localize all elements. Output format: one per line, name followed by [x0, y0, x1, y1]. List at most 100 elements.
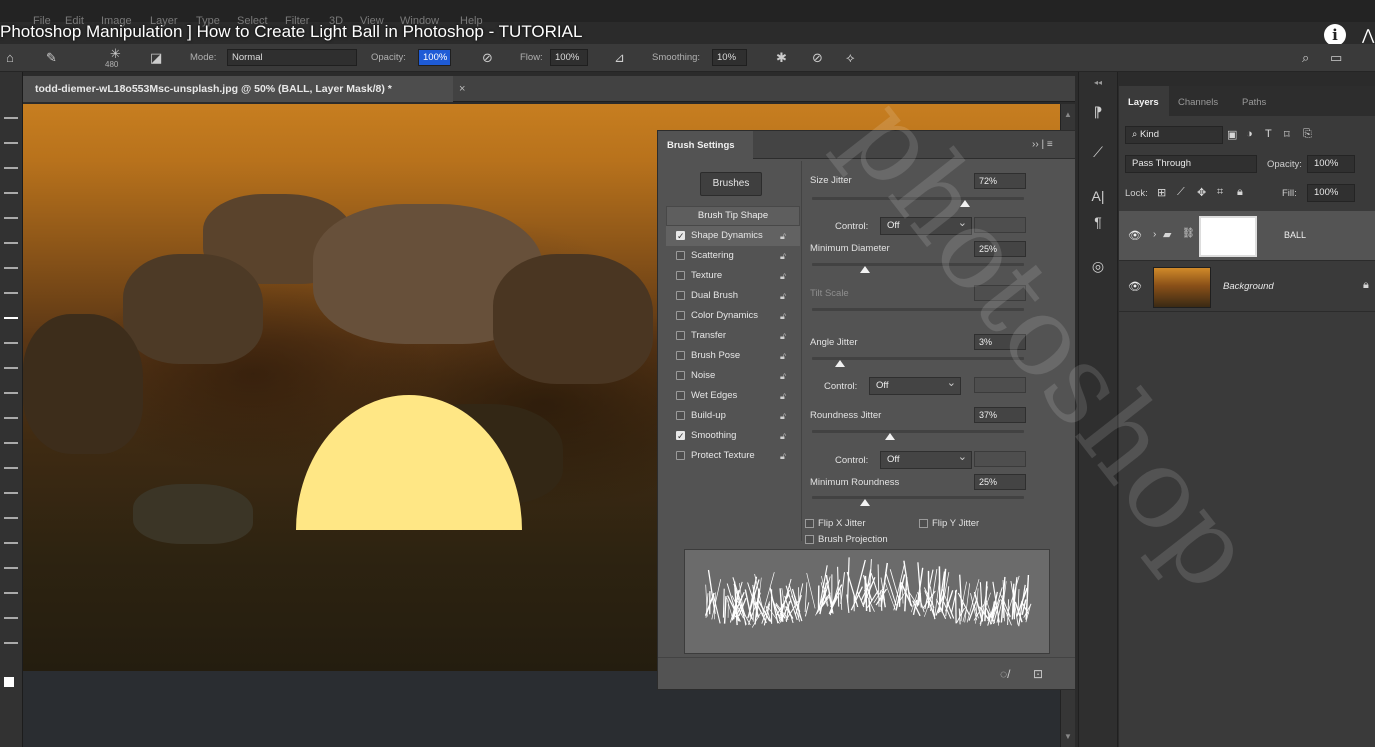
checkbox[interactable] [676, 311, 685, 320]
checkbox[interactable] [676, 331, 685, 340]
lock-icon[interactable]: 🔓︎ [780, 286, 786, 306]
layer-name[interactable]: Background [1223, 281, 1274, 292]
layer-row-ball[interactable]: 👁︎ › ▰ ⛓︎ BALL [1119, 211, 1375, 261]
visibility-eye-icon[interactable]: 👁︎ [1128, 229, 1142, 242]
scroll-up-icon[interactable]: ▲ [1064, 110, 1072, 119]
tool-brush-icon[interactable] [4, 317, 18, 319]
roundness-jitter-slider[interactable] [812, 430, 1024, 440]
min-diameter-slider[interactable] [812, 263, 1024, 273]
checkbox[interactable] [919, 519, 928, 528]
checkbox[interactable] [676, 291, 685, 300]
checkbox[interactable] [676, 451, 685, 460]
tool-dodge-icon[interactable] [4, 467, 18, 469]
lock-icon[interactable]: 🔓︎ [780, 266, 786, 286]
checkbox[interactable] [676, 271, 685, 280]
filter-smart-object-icon[interactable]: ⎘ [1303, 128, 1312, 141]
tool-move-icon[interactable] [4, 117, 18, 119]
document-tab[interactable]: todd-diemer-wL18o553Msc-unsplash.jpg @ 5… [23, 76, 453, 102]
toggle-live-tip-icon[interactable]: ◌/ [1000, 667, 1010, 681]
tool-path-select-icon[interactable] [4, 542, 18, 544]
symmetry-icon[interactable]: ⟡ [846, 50, 855, 66]
glyphs-icon[interactable]: ◎ [1079, 258, 1117, 275]
brush-projection-checkbox[interactable]: Brush Projection [805, 534, 888, 545]
flow-input[interactable]: 100% [550, 49, 588, 66]
min-roundness-slider[interactable] [812, 496, 1024, 506]
lock-icon[interactable]: 🔓︎ [780, 326, 786, 346]
lock-icon[interactable]: 🔓︎ [780, 366, 786, 386]
tool-quick-select-icon[interactable] [4, 192, 18, 194]
tool-more-icon[interactable] [4, 642, 18, 644]
layer-name[interactable]: BALL [1284, 230, 1306, 240]
filter-type-icon[interactable]: T [1265, 128, 1272, 140]
layer-fill-input[interactable]: 100% [1307, 184, 1355, 202]
option-dual-brush[interactable]: Dual Brush 🔓︎ [666, 286, 800, 306]
mode-select[interactable]: Normal [227, 49, 357, 66]
visibility-eye-icon[interactable]: 👁︎ [1128, 280, 1142, 293]
home-icon[interactable]: ⌂ [6, 50, 14, 65]
lock-icon[interactable]: 🔓︎ [780, 406, 786, 426]
angle-jitter-slider[interactable] [812, 357, 1024, 367]
lock-transparent-icon[interactable]: ⊞ [1157, 186, 1166, 199]
tool-type-icon[interactable] [4, 517, 18, 519]
lock-icon[interactable]: 🔓︎ [780, 246, 786, 266]
lock-all-icon[interactable]: 🔒︎ [1237, 186, 1243, 199]
brush-settings-tab[interactable]: Brush Settings [658, 131, 753, 159]
workspace-icon[interactable]: ▭ [1330, 50, 1342, 66]
option-smoothing[interactable]: Smoothing 🔓︎ [666, 426, 800, 446]
control-select-2[interactable]: Off [869, 376, 961, 395]
scroll-down-icon[interactable]: ▼ [1064, 732, 1072, 741]
filter-shape-icon[interactable]: ⌑ [1284, 128, 1290, 141]
flip-x-jitter-checkbox[interactable]: Flip X Jitter [805, 518, 866, 529]
lock-icon[interactable]: 🔓︎ [780, 386, 786, 406]
checkbox[interactable] [676, 226, 685, 246]
tool-gradient-icon[interactable] [4, 417, 18, 419]
option-brush-pose[interactable]: Brush Pose 🔓︎ [666, 346, 800, 366]
checkbox[interactable] [676, 351, 685, 360]
option-protect-texture[interactable]: Protect Texture 🔓︎ [666, 446, 800, 466]
checkbox[interactable] [805, 519, 814, 528]
lock-icon[interactable]: 🔓︎ [780, 226, 786, 246]
search-icon[interactable]: ⌕ [1302, 50, 1309, 66]
pressure-size-icon[interactable]: ⊘ [812, 50, 823, 66]
lock-icon[interactable]: 🔓︎ [780, 306, 786, 326]
lock-image-icon[interactable]: ⟋ [1177, 186, 1185, 199]
kind-filter-select[interactable]: ⌕ Kind [1125, 126, 1223, 144]
expand-group-icon[interactable]: › [1153, 229, 1156, 240]
option-wet-edges[interactable]: Wet Edges 🔓︎ [666, 386, 800, 406]
checkbox[interactable] [805, 535, 814, 544]
layer-mask-thumbnail[interactable] [1199, 216, 1257, 257]
tool-pen-icon[interactable] [4, 492, 18, 494]
checkbox[interactable] [676, 411, 685, 420]
tool-zoom-icon[interactable] [4, 617, 18, 619]
slider-thumb[interactable] [959, 200, 970, 207]
foreground-color-swatch[interactable] [4, 677, 14, 687]
new-brush-icon[interactable]: ⊡ [1033, 667, 1043, 681]
tool-history-icon[interactable] [4, 367, 18, 369]
tool-blur-icon[interactable] [4, 442, 18, 444]
history-icon[interactable]: ⁋ [1079, 104, 1117, 121]
lock-icon[interactable]: 🔓︎ [780, 346, 786, 366]
paragraph-icon[interactable]: ¶ [1079, 214, 1117, 230]
character-icon[interactable]: A| [1079, 188, 1117, 204]
airbrush-icon[interactable]: ⊿ [614, 50, 625, 66]
checkbox[interactable] [676, 391, 685, 400]
layer-row-background[interactable]: 👁︎ Background 🔒︎ [1119, 262, 1375, 312]
size-jitter-value[interactable]: 72% [974, 173, 1026, 189]
size-jitter-slider[interactable] [812, 197, 1024, 207]
roundness-jitter-value[interactable]: 37% [974, 407, 1026, 423]
info-icon[interactable]: i [1324, 24, 1346, 46]
opacity-input[interactable]: 100% [418, 49, 451, 66]
checkbox[interactable] [676, 251, 685, 260]
option-scattering[interactable]: Scattering 🔓︎ [666, 246, 800, 266]
smoothing-input[interactable]: 10% [712, 49, 747, 66]
tool-eyedropper-icon[interactable] [4, 267, 18, 269]
tool-eraser-icon[interactable] [4, 392, 18, 394]
collapse-icon[interactable]: ◂◂ [1079, 78, 1117, 87]
lock-artboard-icon[interactable]: ⌗ [1217, 186, 1223, 199]
slider-thumb[interactable] [860, 266, 870, 273]
tool-stamp-icon[interactable] [4, 342, 18, 344]
option-color-dynamics[interactable]: Color Dynamics 🔓︎ [666, 306, 800, 326]
slider-thumb[interactable] [834, 360, 845, 367]
option-transfer[interactable]: Transfer 🔓︎ [666, 326, 800, 346]
tool-shape-icon[interactable] [4, 567, 18, 569]
